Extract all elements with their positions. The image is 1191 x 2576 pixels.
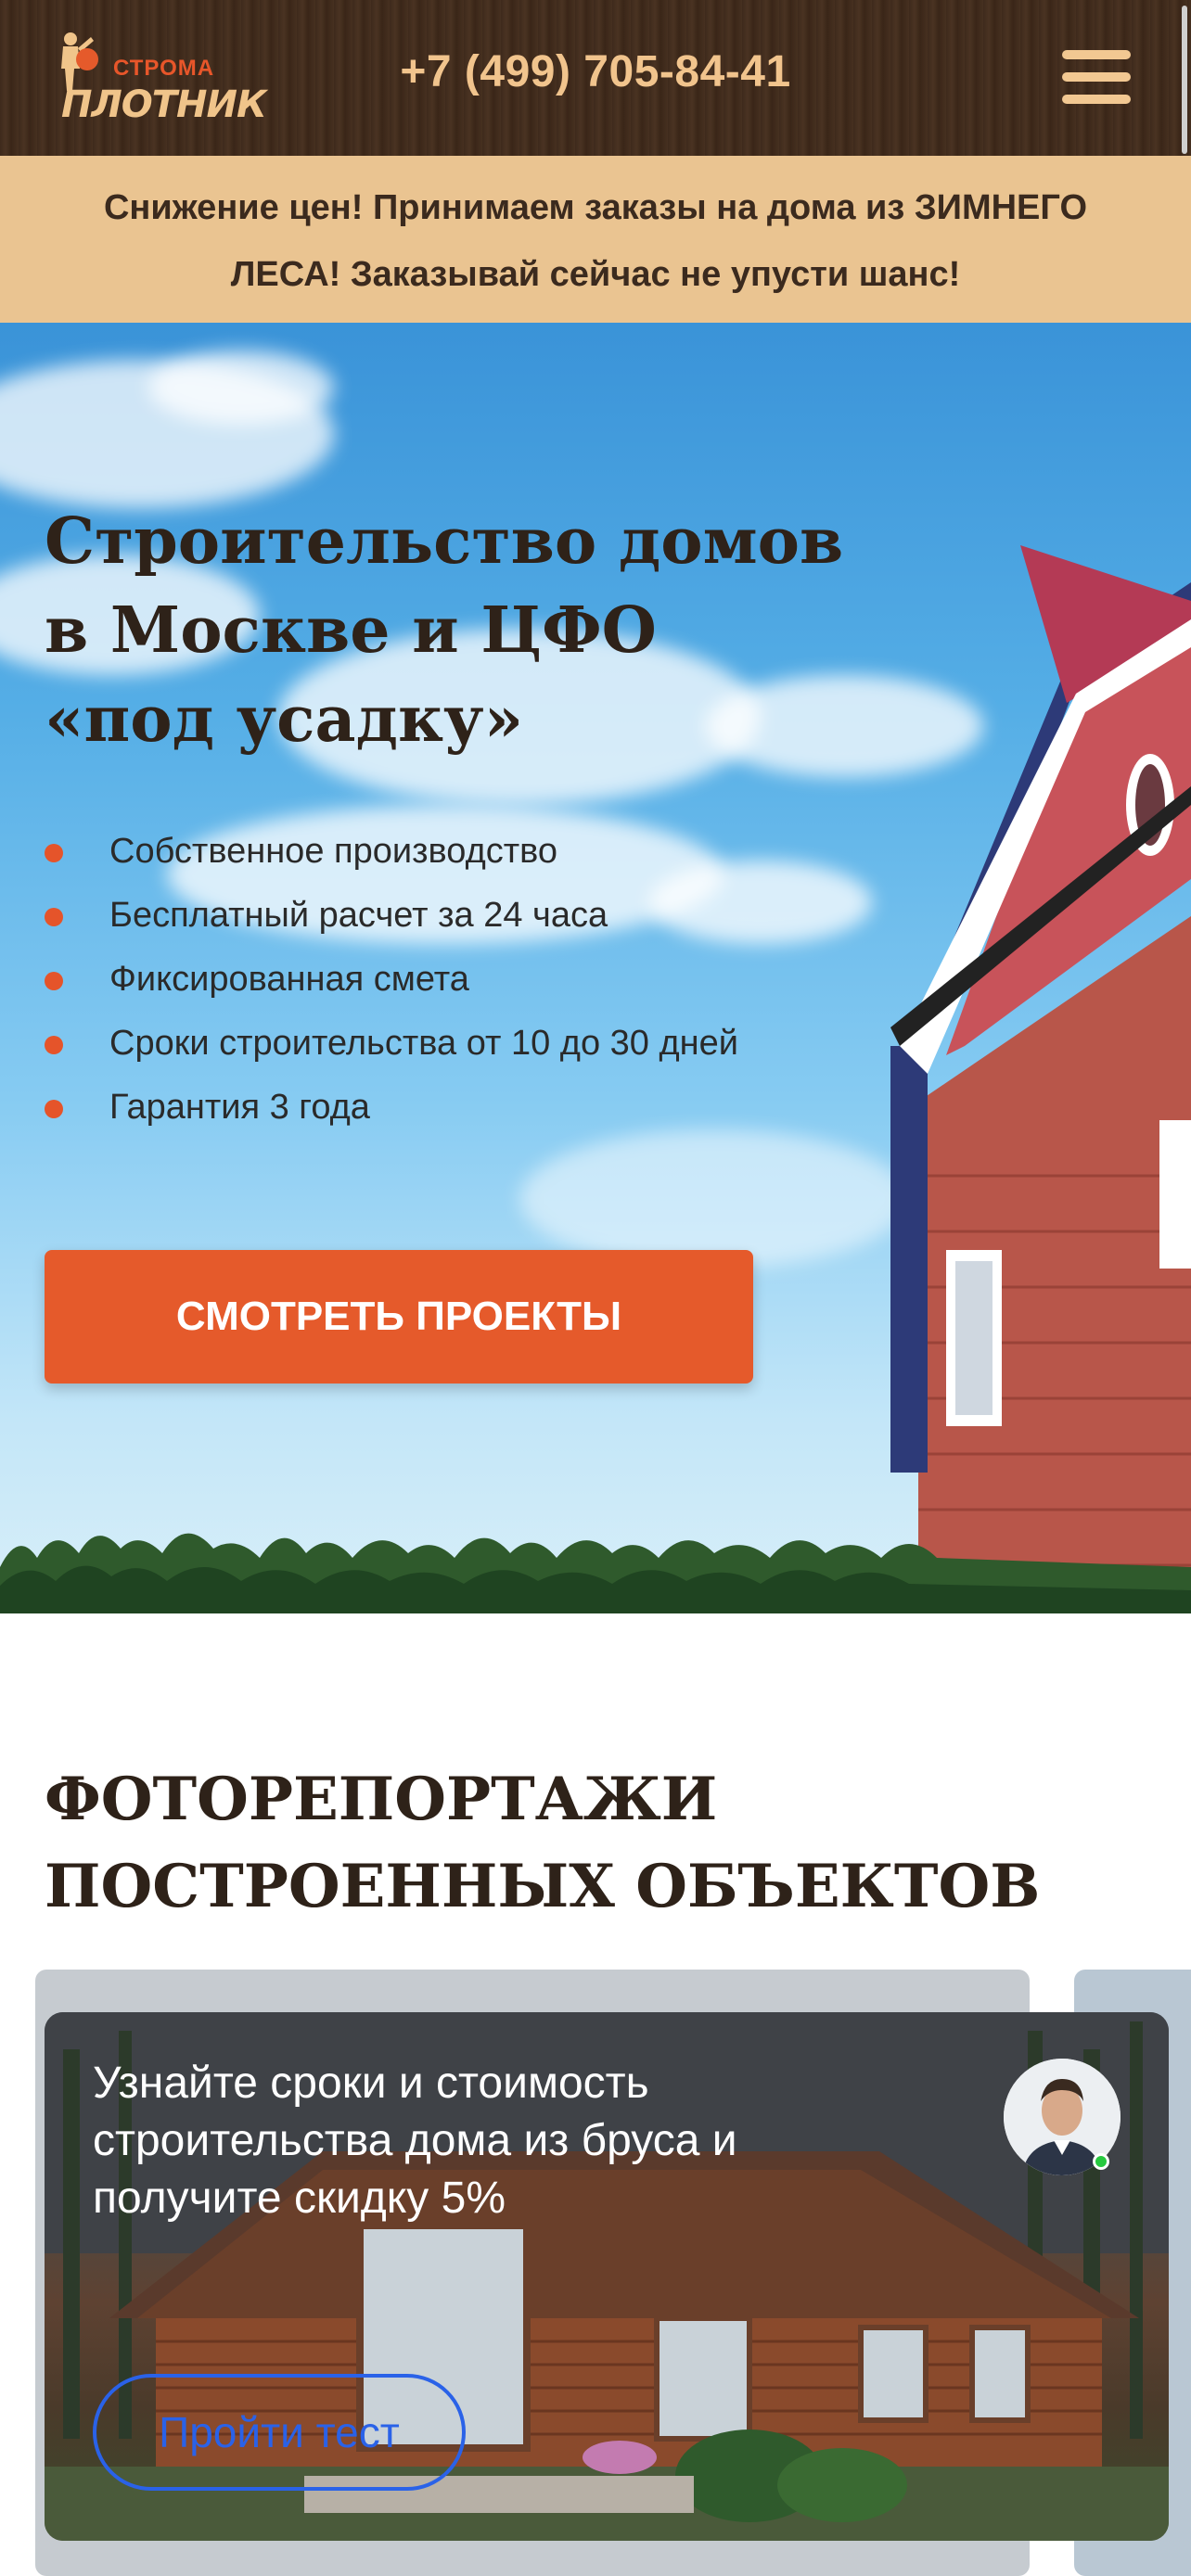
hamburger-menu-icon[interactable] [1062, 50, 1131, 113]
house-illustration [890, 545, 1191, 1613]
phone-number-link[interactable]: +7 (499) 705-84-41 [0, 46, 1191, 97]
view-projects-button[interactable]: СМОТРЕТЬ ПРОЕКТЫ [45, 1250, 753, 1384]
hero-title-line: «под усадку» [45, 682, 524, 757]
quiz-popup-text: Узнайте сроки и стоимость строительства … [93, 2055, 928, 2227]
popup-text-line: получите скидку 5% [93, 2174, 506, 2223]
feature-item: Бесплатный расчет за 24 часа [45, 887, 738, 951]
hero-title-line: в Москве и ЦФО [45, 593, 657, 668]
section-title-line: ФОТОРЕПОРТАЖИ [45, 1765, 718, 1834]
feature-item: Гарантия 3 года [45, 1079, 738, 1143]
hero-title: Строительство домов в Москве и ЦФО «под … [45, 497, 879, 764]
photo-reports-title: ФОТОРЕПОРТАЖИ ПОСТРОЕННЫХ ОБЪЕКТОВ [45, 1756, 1065, 1931]
popup-text-line: Узнайте сроки и стоимость [93, 2059, 649, 2108]
menu-bar [1062, 72, 1131, 82]
site-header: СТРОМА ПЛОТНИК +7 (499) 705-84-41 [0, 0, 1191, 156]
quiz-popup[interactable]: Узнайте сроки и стоимость строительства … [45, 2012, 1169, 2541]
menu-bar [1062, 95, 1131, 104]
sky-cloud [148, 351, 334, 425]
sky-cloud [519, 1129, 909, 1269]
menu-bar [1062, 50, 1131, 59]
promo-line-1: Снижение цен! Принимаем заказы на дома и… [103, 188, 1087, 227]
page-scrollbar[interactable] [1182, 6, 1187, 154]
feature-item: Фиксированная смета [45, 951, 738, 1015]
hero-features-list: Собственное производство Бесплатный расч… [45, 823, 738, 1143]
feature-item: Собственное производство [45, 823, 738, 887]
online-status-indicator [1093, 2153, 1109, 2170]
promo-line-2: ЛЕСА! Заказывай сейчас не упусти шанс! [230, 255, 961, 294]
take-test-button[interactable]: Пройти тест [93, 2374, 466, 2491]
feature-item: Сроки строительства от 10 до 30 дней [45, 1015, 738, 1079]
promo-banner: Снижение цен! Принимаем заказы на дома и… [0, 156, 1191, 323]
treeline-illustration [0, 1533, 1191, 1613]
popup-text-line: строительства дома из бруса и [93, 2116, 737, 2165]
hero-section: Строительство домов в Москве и ЦФО «под … [0, 323, 1191, 1613]
hero-title-line: Строительство домов [45, 504, 844, 579]
section-title-line: ПОСТРОЕННЫХ ОБЪЕКТОВ [45, 1852, 1041, 1921]
